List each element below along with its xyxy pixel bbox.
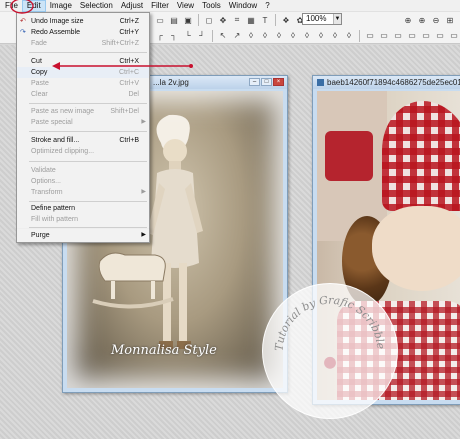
window-icon [317, 79, 324, 86]
toolbar-separator [198, 14, 199, 26]
menu-separator [29, 131, 147, 132]
menu-item-paste-new[interactable]: Paste as new image Shift+Del [17, 106, 149, 117]
rect-select-icon[interactable]: ◻ [203, 14, 215, 26]
stamp-graphic: Tutorial by Grafic Scribbles [263, 284, 387, 369]
menu-adjust[interactable]: Adjust [117, 0, 147, 12]
edit-menu-tail: Purge ▶ [16, 229, 150, 243]
photo-watermark: Monnalisa Style [111, 343, 217, 358]
menu-separator [29, 227, 147, 228]
edit-menu: ↶ Undo Image size Ctrl+Z ↷ Redo Assemble… [16, 12, 150, 230]
frame-icon[interactable]: ▭ [448, 30, 460, 42]
drop-icon[interactable]: ◊ [343, 30, 355, 42]
menu-separator [29, 52, 147, 53]
drop-icon[interactable]: ◊ [259, 30, 271, 42]
text-icon[interactable]: T [259, 14, 271, 26]
menu-item-transform[interactable]: Transform ▶ [17, 187, 149, 198]
actual-size-icon[interactable]: ⊞ [444, 14, 456, 26]
submenu-arrow-icon: ▶ [141, 119, 146, 125]
menu-item-purge[interactable]: Purge ▶ [17, 230, 149, 241]
submenu-arrow-icon: ▶ [141, 189, 146, 195]
menu-item-paste-special[interactable]: Paste special ▶ [17, 117, 149, 128]
open-icon[interactable]: ▤ [168, 14, 180, 26]
frame-icon[interactable]: ▭ [364, 30, 376, 42]
submenu-arrow-icon: ▶ [141, 232, 146, 238]
menu-item-undo[interactable]: ↶ Undo Image size Ctrl+Z [17, 16, 149, 27]
frame-icon[interactable]: ▭ [392, 30, 404, 42]
menu-item-define-pattern[interactable]: Define pattern [17, 203, 149, 214]
heart-shape [325, 131, 373, 181]
menu-item-validate[interactable]: Validate [17, 165, 149, 176]
menu-view[interactable]: View [173, 0, 198, 12]
save-icon[interactable]: ▣ [182, 14, 194, 26]
menu-item-paste[interactable]: Paste Ctrl+V [17, 78, 149, 89]
menu-item-options[interactable]: Options... [17, 176, 149, 187]
crop-icon[interactable]: ⌗ [231, 14, 243, 26]
menu-filter[interactable]: Filter [147, 0, 173, 12]
shape-tool-icon[interactable]: ┘ [196, 30, 208, 42]
menu-item-fill-pattern[interactable]: Fill with pattern [17, 214, 149, 225]
watermark-stamp: Tutorial by Grafic Scribbles [262, 283, 398, 419]
zoom-select[interactable]: 100% ▼ [302, 13, 342, 25]
arrow-tool-icon[interactable]: ↖ [217, 30, 229, 42]
menu-item-redo[interactable]: ↷ Redo Assemble Ctrl+Y [17, 27, 149, 38]
menu-edit[interactable]: Edit [21, 0, 46, 12]
drop-icon[interactable]: ◊ [273, 30, 285, 42]
toolbar-separator [359, 29, 360, 42]
shape-tool-icon[interactable]: ┐ [168, 30, 180, 42]
frame-icon[interactable]: ▭ [406, 30, 418, 42]
menu-separator [29, 103, 147, 104]
maximize-button[interactable]: □ [261, 78, 272, 86]
doll-hat [382, 101, 460, 211]
minimize-button[interactable]: – [249, 78, 260, 86]
undo-icon: ↶ [20, 18, 26, 25]
drop-icon[interactable]: ◊ [329, 30, 341, 42]
frame-icon[interactable]: ▭ [420, 30, 432, 42]
menu-separator [29, 201, 147, 202]
shape-tool-icon[interactable]: └ [182, 30, 194, 42]
drop-icon[interactable]: ◊ [245, 30, 257, 42]
redo-icon: ↷ [20, 29, 26, 36]
image-window-titlebar[interactable]: baeb14260f71894c4686275de25ec01 [313, 76, 460, 89]
drop-icon[interactable]: ◊ [301, 30, 313, 42]
menu-image[interactable]: Image [46, 0, 76, 12]
move-icon[interactable]: ✥ [217, 14, 229, 26]
shape-tool-icon[interactable]: ┌ [154, 30, 166, 42]
stamp-emblem [324, 356, 336, 369]
menu-tools[interactable]: Tools [198, 0, 225, 12]
menu-selection[interactable]: Selection [76, 0, 117, 12]
toolbar-separator [212, 29, 213, 42]
menubar: File Edit Image Selection Adjust Filter … [0, 0, 460, 12]
chevron-down-icon[interactable]: ▼ [333, 14, 341, 24]
menu-item-cut[interactable]: Cut Ctrl+X [17, 56, 149, 67]
close-button[interactable]: × [273, 78, 284, 86]
drop-icon[interactable]: ◊ [315, 30, 327, 42]
grid-icon[interactable]: ▦ [245, 14, 257, 26]
menu-window[interactable]: Window [225, 0, 261, 12]
stamp-text: Tutorial by Grafic Scribbles [263, 284, 387, 351]
image-window-title: ...la 2v.jpg [153, 78, 189, 87]
menu-item-copy[interactable]: Copy Ctrl+C [17, 67, 149, 78]
menu-help[interactable]: ? [261, 0, 273, 12]
menu-separator [29, 161, 147, 162]
menu-item-fade[interactable]: Fade Shift+Ctrl+Z [17, 38, 149, 49]
toolbar-separator [275, 14, 276, 26]
frame-icon[interactable]: ▭ [434, 30, 446, 42]
arrow-tool-icon[interactable]: ↗ [231, 30, 243, 42]
zoom-out-icon[interactable]: ⊖ [430, 14, 442, 26]
layers-icon[interactable]: ❖ [280, 14, 292, 26]
zoom-in-icon[interactable]: ⊕ [416, 14, 428, 26]
menu-item-clear[interactable]: Clear Del [17, 89, 149, 100]
image-window-title: baeb14260f71894c4686275de25ec01 [327, 78, 460, 87]
menu-file[interactable]: File [1, 0, 22, 12]
new-icon[interactable]: ▭ [154, 14, 166, 26]
frame-icon[interactable]: ▭ [378, 30, 390, 42]
menu-item-optimized-clipping[interactable]: Optimized clipping... [17, 146, 149, 157]
zoom-value: 100% [306, 14, 327, 23]
fit-icon[interactable]: ⊕ [402, 14, 414, 26]
drop-icon[interactable]: ◊ [287, 30, 299, 42]
menu-item-stroke-fill[interactable]: Stroke and fill... Ctrl+B [17, 135, 149, 146]
